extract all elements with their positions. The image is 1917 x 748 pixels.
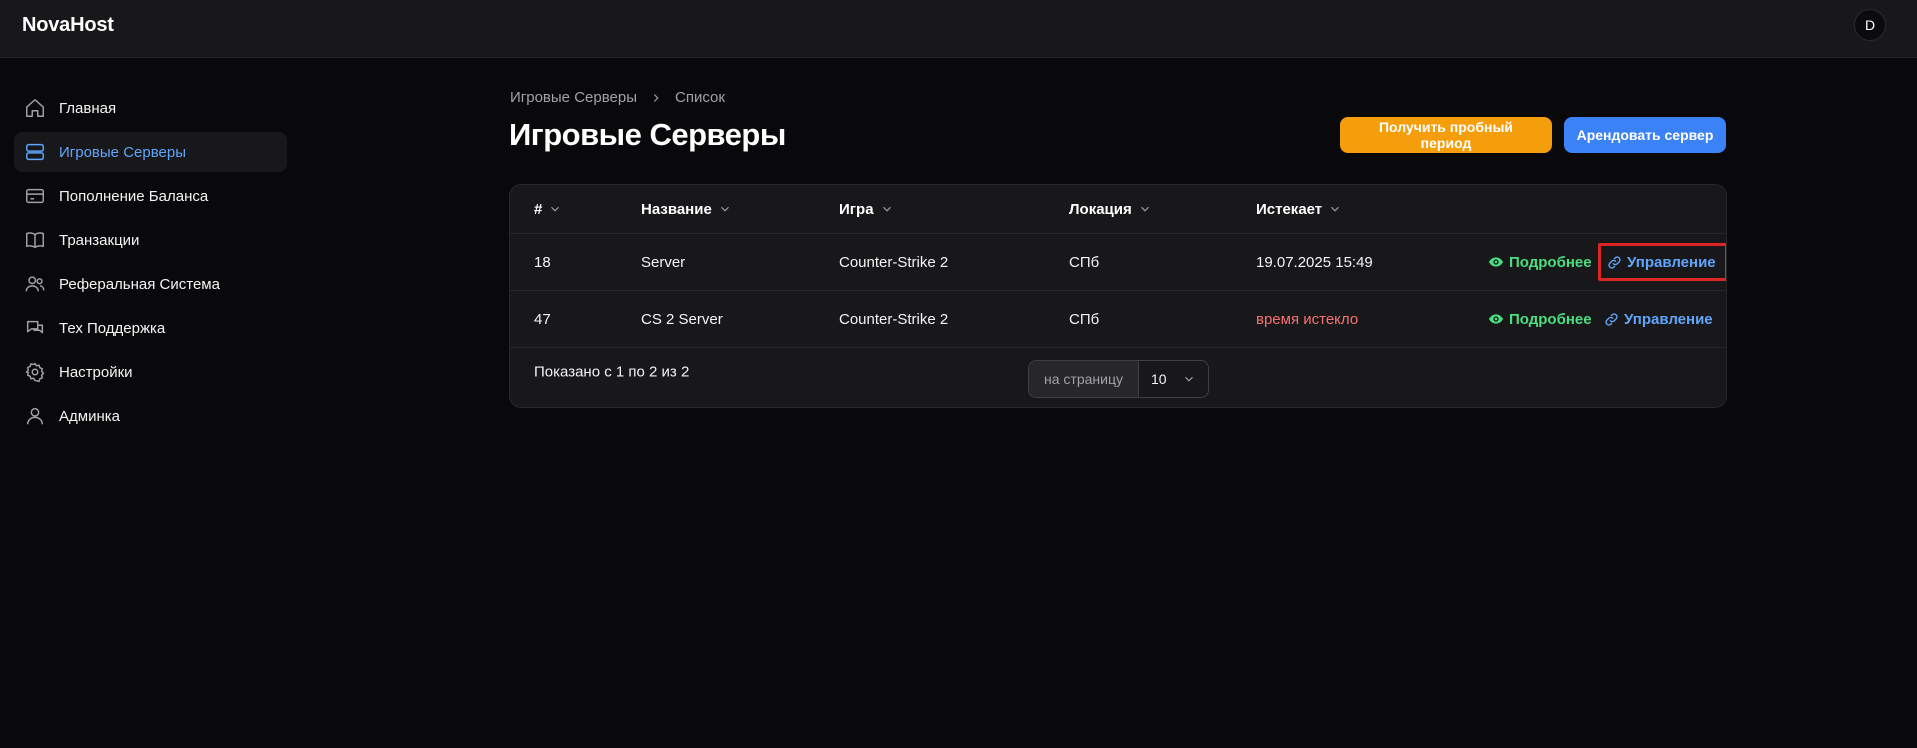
gear-icon — [24, 361, 46, 383]
sidebar-item-home[interactable]: Главная — [14, 88, 287, 128]
column-header-expires[interactable]: Истекает — [1256, 185, 1342, 233]
sidebar-item-support[interactable]: Тех Поддержка — [14, 308, 287, 348]
cell-expires: время истекло — [1256, 310, 1359, 328]
sidebar-item-referral[interactable]: Реферальная Система — [14, 264, 287, 304]
sidebar-item-label: Реферальная Система — [59, 275, 220, 293]
rent-server-button[interactable]: Арендовать сервер — [1564, 117, 1726, 153]
chevron-right-icon — [649, 91, 663, 105]
credit-card-icon — [24, 185, 46, 207]
sidebar-item-game-servers[interactable]: Игровые Серверы — [14, 132, 287, 172]
per-page-select[interactable]: 10 — [1139, 361, 1208, 397]
column-header-game[interactable]: Игра — [839, 185, 894, 233]
user-icon — [24, 405, 46, 427]
per-page-label: на страницу — [1029, 361, 1139, 397]
users-icon — [24, 273, 46, 295]
column-header-name[interactable]: Название — [641, 185, 732, 233]
sidebar-item-transactions[interactable]: Транзакции — [14, 220, 287, 260]
breadcrumb: Игровые Серверы Список — [510, 89, 725, 106]
table-row: 47 CS 2 Server Counter-Strike 2 СПб врем… — [510, 291, 1726, 348]
column-header-location[interactable]: Локация — [1069, 185, 1152, 233]
sidebar-item-label: Пополнение Баланса — [59, 187, 209, 205]
column-header-id[interactable]: # — [534, 185, 562, 233]
sidebar-item-admin[interactable]: Админка — [14, 396, 287, 436]
manage-link[interactable]: Управление — [1598, 243, 1726, 281]
servers-table: # Название Игра Локация Истекает 18 Serv… — [509, 184, 1727, 408]
top-bar: NovaHost D — [0, 0, 1917, 58]
link-icon — [1605, 312, 1618, 326]
home-icon — [24, 97, 46, 119]
cell-id: 47 — [534, 310, 551, 328]
cell-game: Counter-Strike 2 — [839, 310, 949, 328]
user-avatar[interactable]: D — [1854, 9, 1886, 41]
table-row: 18 Server Counter-Strike 2 СПб 19.07.202… — [510, 234, 1726, 291]
chevron-down-icon — [548, 202, 562, 216]
details-link[interactable]: Подробнее — [1488, 291, 1592, 347]
chat-icon — [24, 317, 46, 339]
manage-link[interactable]: Управление — [1598, 300, 1719, 338]
pagination-summary: Показано с 1 по 2 из 2 — [534, 363, 690, 381]
cell-location: СПб — [1069, 253, 1100, 271]
link-icon — [1608, 255, 1621, 269]
sidebar-item-label: Транзакции — [59, 231, 140, 249]
table-header: # Название Игра Локация Истекает — [510, 185, 1726, 234]
sidebar: Главная Игровые Серверы Пополнение Балан… — [14, 88, 287, 440]
cell-game: Counter-Strike 2 — [839, 253, 949, 271]
eye-icon — [1489, 314, 1503, 324]
sidebar-item-label: Тех Поддержка — [59, 319, 166, 337]
sidebar-item-label: Админка — [59, 407, 120, 425]
cell-location: СПб — [1069, 310, 1100, 328]
sidebar-item-balance[interactable]: Пополнение Баланса — [14, 176, 287, 216]
cell-name: CS 2 Server — [641, 310, 723, 328]
sidebar-item-label: Настройки — [59, 363, 133, 381]
cell-expires: 19.07.2025 15:49 — [1256, 253, 1373, 271]
details-link[interactable]: Подробнее — [1488, 234, 1592, 290]
chevron-down-icon — [1328, 202, 1342, 216]
chevron-down-icon — [880, 202, 894, 216]
brand-logo[interactable]: NovaHost — [22, 14, 114, 37]
per-page-selector[interactable]: на страницу 10 — [1028, 360, 1209, 398]
per-page-value: 10 — [1151, 371, 1167, 387]
book-icon — [24, 229, 46, 251]
chevron-down-icon — [1185, 376, 1193, 382]
eye-icon — [1489, 257, 1503, 267]
page-title: Игровые Серверы — [509, 117, 786, 152]
chevron-down-icon — [718, 202, 732, 216]
chevron-down-icon — [1138, 202, 1152, 216]
breadcrumb-parent[interactable]: Игровые Серверы — [510, 89, 637, 106]
server-icon — [24, 141, 46, 163]
cell-name: Server — [641, 253, 686, 271]
sidebar-item-settings[interactable]: Настройки — [14, 352, 287, 392]
sidebar-item-label: Главная — [59, 99, 117, 117]
sidebar-item-label: Игровые Серверы — [59, 143, 186, 161]
get-trial-button[interactable]: Получить пробный период — [1340, 117, 1552, 153]
breadcrumb-current: Список — [674, 89, 725, 106]
cell-id: 18 — [534, 253, 551, 271]
